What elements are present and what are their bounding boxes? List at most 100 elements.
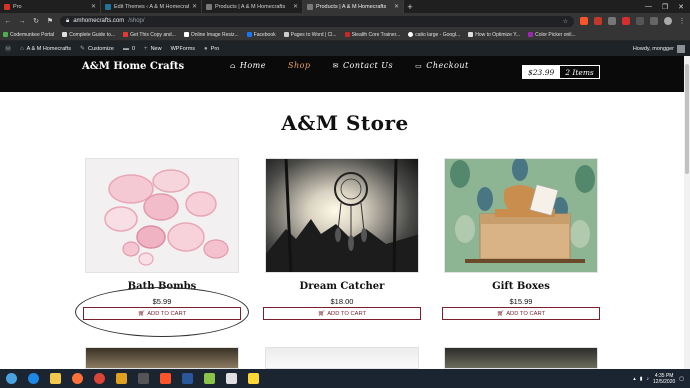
bookmark-icon[interactable]: ⚑ xyxy=(46,17,54,25)
nav-item-home[interactable]: ⌂ Home xyxy=(230,61,266,70)
cart-widget[interactable]: $23.99 2 Items xyxy=(522,65,600,79)
profile-avatar[interactable] xyxy=(664,17,672,25)
windows-taskbar: ▴ ▮ ♪ 4:35 PM 12/5/2020 ▢ xyxy=(0,369,690,388)
menu-icon[interactable]: ⋮ xyxy=(678,17,686,25)
bookmark-item[interactable]: Get This Copy and... xyxy=(123,32,176,38)
windows-logo-icon xyxy=(5,373,17,384)
bookmark-item[interactable]: catio large - Googl... xyxy=(408,32,460,38)
product-image-dream-catcher[interactable] xyxy=(265,158,419,273)
bookmark-item[interactable]: Facebook xyxy=(246,32,276,38)
back-icon[interactable]: ← xyxy=(4,18,12,25)
browser-tab[interactable]: Products | A & M Homecrafts ✕ xyxy=(202,0,303,13)
site-brand[interactable]: A&M Home Crafts xyxy=(82,61,184,72)
main-nav: ⌂ Home Shop ✉ Contact Us ▭ Checkout xyxy=(230,61,469,70)
product-name[interactable]: Gift Boxes xyxy=(441,281,601,292)
taskbar-app[interactable] xyxy=(25,371,41,386)
bookmark-item[interactable]: How to Optimize Y... xyxy=(468,32,520,38)
notifications-icon[interactable]: ▢ xyxy=(679,376,684,382)
product-image-partial[interactable] xyxy=(444,347,598,369)
taskbar-app[interactable] xyxy=(223,371,239,386)
taskbar-app[interactable] xyxy=(157,371,173,386)
admin-new[interactable]: + New xyxy=(144,46,162,52)
product-image-bath-bombs[interactable] xyxy=(85,158,239,273)
chrome-icon xyxy=(93,373,105,384)
tray-arrow-icon[interactable]: ▴ xyxy=(633,376,636,382)
clock[interactable]: 4:35 PM 12/5/2020 xyxy=(653,373,675,385)
address-bar[interactable]: 🔒︎ amhomecrafts.com/shop/ ☆ xyxy=(60,15,574,27)
admin-site-name[interactable]: ⌂ A & M Homecrafts xyxy=(20,46,71,52)
browser-tab[interactable]: Pro ✕ xyxy=(0,0,101,13)
product-image-partial[interactable] xyxy=(85,347,239,369)
admin-wpforms[interactable]: WPForms xyxy=(171,46,195,52)
ie-icon xyxy=(27,373,39,384)
taskbar-app[interactable] xyxy=(91,371,107,386)
browser-toolbar: ← → ↻ ⚑ 🔒︎ amhomecrafts.com/shop/ ☆ ⋮ xyxy=(0,13,690,29)
network-icon[interactable]: ▮ xyxy=(640,376,643,382)
forward-icon[interactable]: → xyxy=(18,18,26,25)
taskbar-app[interactable] xyxy=(69,371,85,386)
tab-close-icon[interactable]: ✕ xyxy=(91,3,96,10)
add-to-cart-button[interactable]: 🛒︎ ADD TO CART xyxy=(442,307,600,320)
product-name[interactable]: Bath Bombs xyxy=(82,281,242,292)
nav-item-shop[interactable]: Shop xyxy=(288,61,311,70)
facebook-icon xyxy=(246,32,252,37)
admin-customize[interactable]: ✎ Customize xyxy=(79,45,114,53)
taskbar-app[interactable] xyxy=(47,371,63,386)
browser-tab[interactable]: Edit Themes ‹ A & M Homecrafts ✕ xyxy=(101,0,202,13)
nav-item-contact[interactable]: ✉ Contact Us xyxy=(333,61,394,70)
maximize-icon[interactable]: ❐ xyxy=(662,3,668,11)
nav-item-checkout[interactable]: ▭ Checkout xyxy=(415,61,469,70)
pdf-extension-icon[interactable] xyxy=(622,17,630,25)
taskbar-app[interactable] xyxy=(179,371,195,386)
taskbar-app[interactable] xyxy=(135,371,151,386)
nav-label: Shop xyxy=(287,61,311,70)
bookmark-item[interactable]: Stealth Core Trainer... xyxy=(344,32,400,38)
brush-icon: ✎ xyxy=(79,46,85,52)
app-icon xyxy=(225,373,237,384)
bookmark-item[interactable]: Codemunkee Portal xyxy=(3,32,54,38)
bookmark-item[interactable]: Pages to Word | Cl... xyxy=(283,32,337,38)
wp-admin-bar: Ⓦ ⌂ A & M Homecrafts ✎ Customize ▬ 0 + New W… xyxy=(0,41,690,56)
product-image-partial[interactable] xyxy=(265,347,419,369)
wordpress-logo-icon[interactable]: Ⓦ xyxy=(5,44,11,53)
admin-account[interactable]: Howdy, mongger xyxy=(632,44,685,53)
add-to-cart-button[interactable]: 🛒︎ ADD TO CART xyxy=(263,307,421,320)
bookmark-item[interactable]: Online Image Resiz... xyxy=(183,32,239,38)
bookmark-favicon-icon xyxy=(468,32,474,37)
extension-icon[interactable] xyxy=(594,17,602,25)
brave-shield-icon[interactable] xyxy=(580,17,588,25)
bookmark-favicon-icon xyxy=(3,32,8,37)
page-scrollbar[interactable] xyxy=(684,56,690,369)
add-to-cart-button[interactable]: 🛒︎ ADD TO CART xyxy=(83,307,241,320)
volume-icon[interactable]: ♪ xyxy=(647,376,650,382)
howdy-label: Howdy, mongger xyxy=(632,45,674,52)
browser-tab-active[interactable]: Products | A & M Homecrafts ✕ xyxy=(303,0,404,13)
admin-comments[interactable]: ▬ 0 xyxy=(123,46,135,52)
scrollbar-thumb[interactable] xyxy=(685,64,689,174)
taskbar-app[interactable] xyxy=(113,371,129,386)
product-name[interactable]: Dream Catcher xyxy=(262,281,422,292)
star-icon[interactable]: ☆ xyxy=(563,18,568,25)
pro-icon: ● xyxy=(204,45,208,52)
close-window-icon[interactable]: ✕ xyxy=(678,3,684,11)
dream-catcher-image xyxy=(266,159,418,272)
reload-icon[interactable]: ↻ xyxy=(32,17,40,25)
extension-icon[interactable] xyxy=(608,17,616,25)
admin-pro[interactable]: ● Pro xyxy=(204,46,219,52)
taskbar-app[interactable] xyxy=(201,371,217,386)
tab-close-icon[interactable]: ✕ xyxy=(192,3,197,10)
bookmark-label: Complete Guide to... xyxy=(69,31,116,38)
puzzle-icon[interactable] xyxy=(650,17,658,25)
bookmark-label: Get This Copy and... xyxy=(130,31,176,38)
new-tab-button[interactable]: + xyxy=(404,0,416,13)
tab-close-icon[interactable]: ✕ xyxy=(394,3,399,10)
bookmark-item[interactable]: Complete Guide to... xyxy=(62,32,115,38)
extension-icon[interactable] xyxy=(636,17,644,25)
tab-close-icon[interactable]: ✕ xyxy=(293,3,298,10)
taskbar-app[interactable] xyxy=(245,371,261,386)
bookmark-item[interactable]: Color Picker onli... xyxy=(528,32,576,38)
start-button[interactable] xyxy=(3,371,19,386)
cart-icon: 🛒︎ xyxy=(317,310,326,317)
product-image-gift-boxes[interactable] xyxy=(444,158,598,273)
minimize-icon[interactable]: — xyxy=(645,3,652,10)
